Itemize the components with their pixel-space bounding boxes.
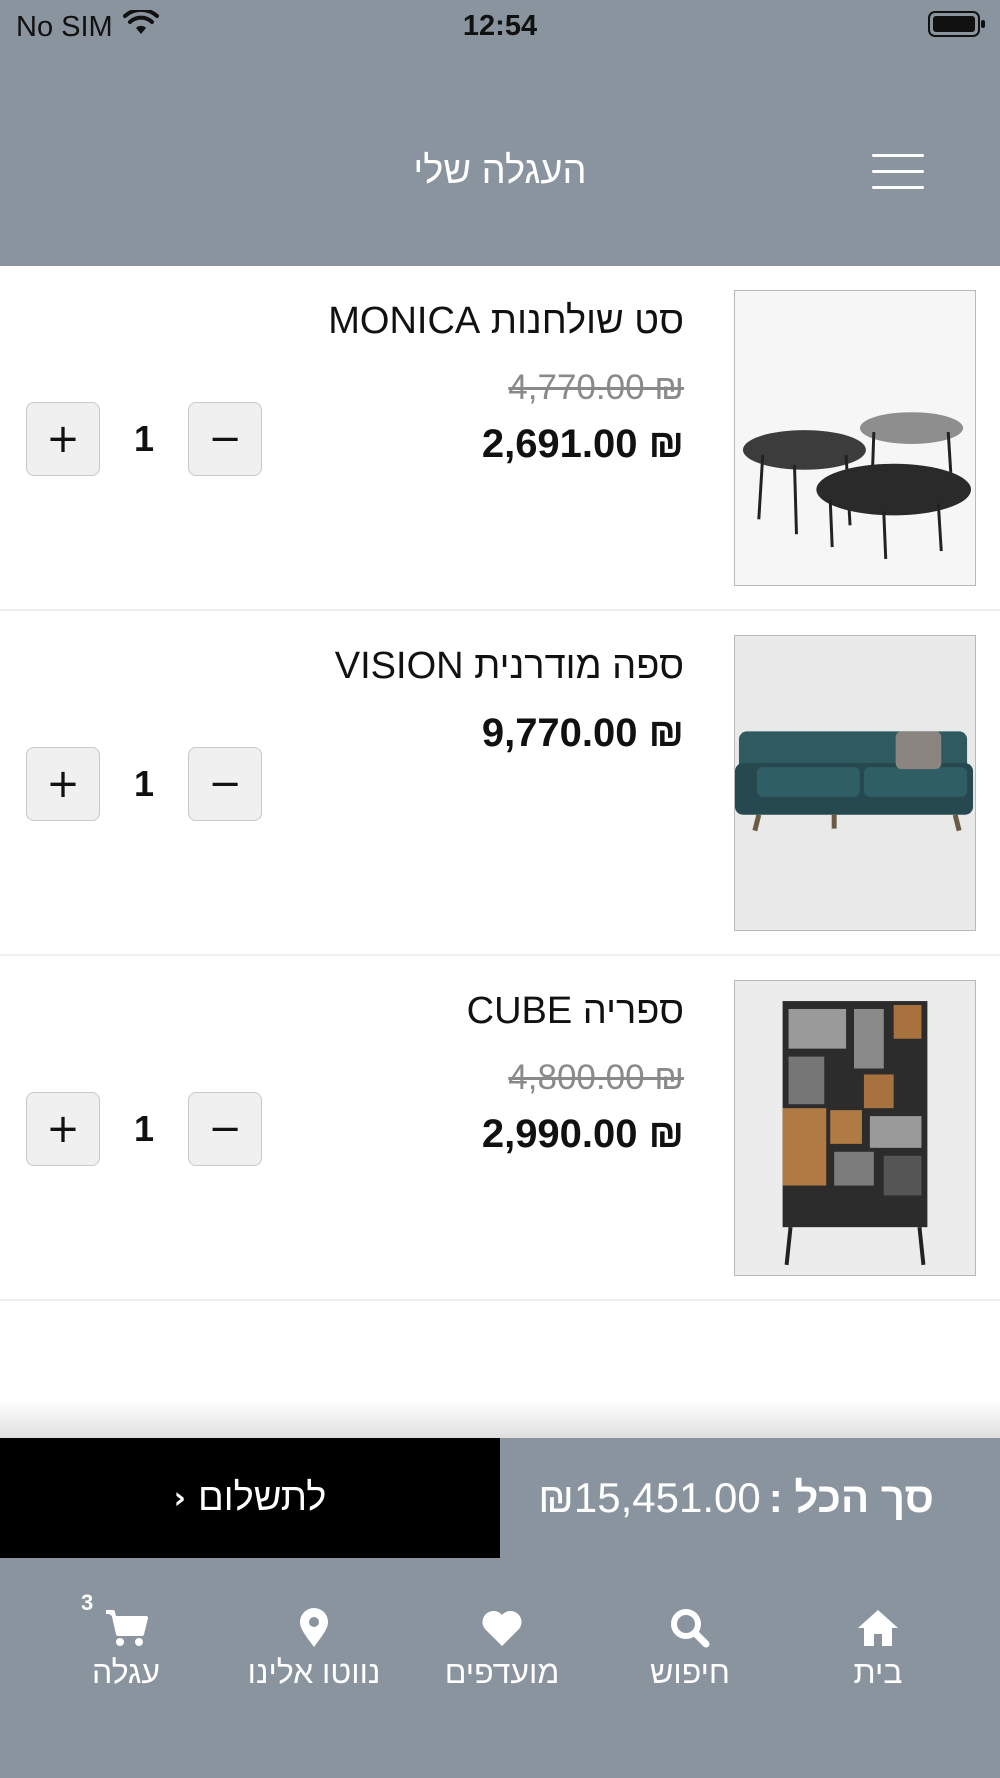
- summary-bar: לתשלום ‹ סך הכל : ₪15,451.00: [0, 1438, 1000, 1558]
- summary-shadow: [0, 1400, 1000, 1438]
- bottom-tab-bar: בית חיפוש מועדפים נווטו אלינו 3 עגלה: [0, 1558, 1000, 1778]
- total-label: סך הכל :: [768, 1474, 934, 1521]
- menu-button[interactable]: [872, 154, 924, 190]
- page-title: העגלה שלי: [413, 150, 587, 192]
- cart-count-badge: 3: [81, 1590, 94, 1615]
- chevron-left-icon: ‹: [173, 1480, 186, 1516]
- quantity-value: 1: [133, 763, 155, 804]
- quantity-increase-button[interactable]: +: [26, 747, 100, 821]
- sofa-photo[interactable]: [734, 635, 976, 931]
- quantity-decrease-button[interactable]: −: [188, 1092, 262, 1166]
- quantity-decrease-button[interactable]: −: [188, 747, 262, 821]
- cart-item: סט שולחנות MONICA ₪ 4,770.00 ₪ 2,691.00 …: [0, 266, 1000, 611]
- location-pin-icon: [300, 1608, 328, 1647]
- item-name[interactable]: ספה מודרנית VISION: [335, 645, 684, 688]
- tab-search[interactable]: חיפוש: [600, 1608, 780, 1718]
- status-time: 12:54: [462, 10, 538, 42]
- menu-icon: [872, 154, 924, 157]
- home-icon: [858, 1610, 898, 1646]
- checkout-button[interactable]: לתשלום ‹: [0, 1438, 500, 1558]
- tab-favorites[interactable]: מועדפים: [412, 1608, 592, 1718]
- cart-item: ספריה CUBE ₪ 4,800.00 ₪ 2,990.00 + 1 −: [0, 956, 1000, 1301]
- coffee-tables-photo[interactable]: [734, 290, 976, 586]
- tab-label: בית: [853, 1654, 903, 1690]
- tab-label: חיפוש: [650, 1654, 730, 1690]
- heart-icon: [482, 1610, 522, 1646]
- tab-home[interactable]: בית: [788, 1608, 968, 1718]
- quantity-increase-button[interactable]: +: [26, 402, 100, 476]
- item-name[interactable]: ספריה CUBE: [467, 990, 684, 1033]
- cart-item: ספה מודרנית VISION ₪ 9,770.00 + 1 −: [0, 611, 1000, 956]
- status-bar: No SIM 12:54: [0, 0, 1000, 50]
- quantity-value: 1: [133, 418, 155, 459]
- item-name[interactable]: סט שולחנות MONICA: [328, 300, 684, 343]
- tab-label: מועדפים: [444, 1654, 560, 1690]
- item-old-price: ₪ 4,800.00: [508, 1058, 684, 1097]
- item-price: ₪ 9,770.00: [481, 711, 684, 755]
- cart-total: סך הכל : ₪15,451.00: [538, 1438, 934, 1558]
- checkout-label: לתשלום: [198, 1476, 327, 1519]
- item-price: ₪ 2,691.00: [481, 422, 684, 466]
- battery-icon: [928, 10, 986, 46]
- quantity-increase-button[interactable]: +: [26, 1092, 100, 1166]
- cart-list: סט שולחנות MONICA ₪ 4,770.00 ₪ 2,691.00 …: [0, 266, 1000, 1301]
- tab-navigate[interactable]: נווטו אלינו: [224, 1608, 404, 1718]
- quantity-decrease-button[interactable]: −: [188, 402, 262, 476]
- header: העגלה שלי: [0, 50, 1000, 266]
- cart-icon: [106, 1610, 148, 1646]
- tab-label: עגלה: [91, 1654, 161, 1690]
- tab-cart[interactable]: 3 עגלה: [36, 1590, 216, 1718]
- tab-label: נווטו אלינו: [247, 1654, 381, 1690]
- search-icon: [671, 1609, 710, 1648]
- total-value: ₪15,451.00: [538, 1474, 761, 1521]
- item-price: ₪ 2,990.00: [481, 1112, 684, 1156]
- bookshelf-photo[interactable]: [734, 980, 976, 1276]
- quantity-value: 1: [133, 1108, 155, 1149]
- item-old-price: ₪ 4,770.00: [508, 368, 684, 407]
